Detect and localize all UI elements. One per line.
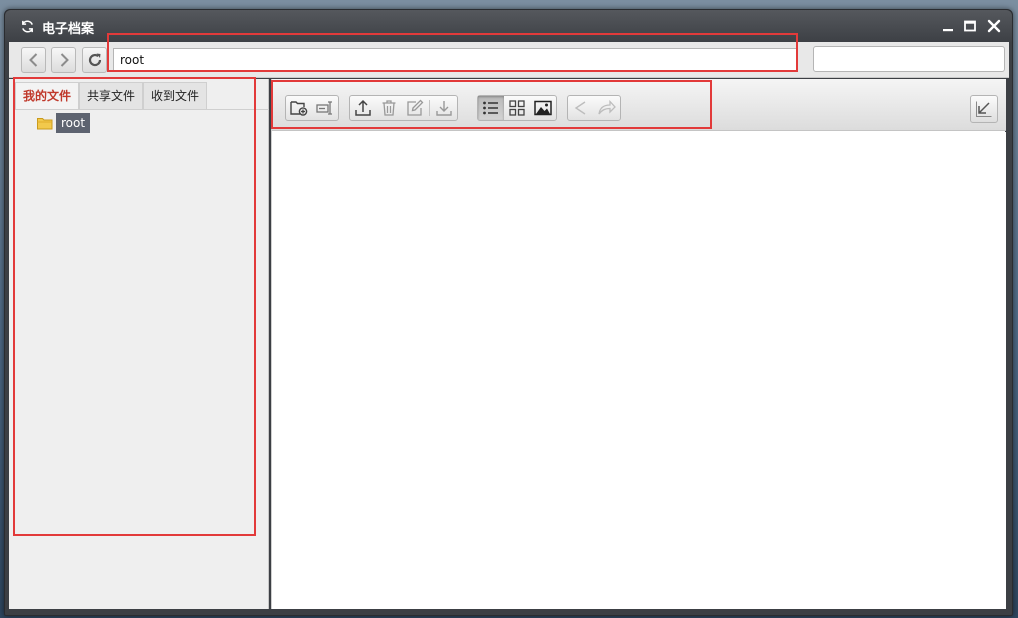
refresh-button[interactable] [82, 47, 107, 73]
tree-node-label[interactable]: root [56, 113, 91, 133]
back-button[interactable] [21, 47, 46, 73]
refresh-icon [88, 53, 102, 67]
list-view-icon [483, 101, 498, 115]
delete-button[interactable] [376, 96, 402, 120]
collapse-icon [976, 101, 992, 117]
share-button[interactable] [568, 96, 594, 120]
chevron-left-icon [29, 53, 38, 67]
grid-view-icon [509, 100, 525, 116]
upload-icon [355, 99, 371, 116]
delete-icon [382, 100, 396, 116]
toolbar-group-folder [285, 95, 339, 121]
collapse-button[interactable] [970, 95, 998, 123]
forward-icon [598, 99, 616, 115]
toolbar-group-share [567, 95, 621, 121]
tab-divider [15, 109, 269, 110]
close-icon[interactable] [986, 18, 1002, 34]
app-window: 电子档案 root 我的文件 共享文件 收到文件 root [4, 9, 1013, 616]
file-list-area[interactable] [272, 132, 1006, 609]
path-input[interactable] [113, 48, 798, 72]
minimize-icon[interactable] [940, 18, 956, 34]
edit-button[interactable] [402, 96, 428, 120]
image-view-button[interactable] [530, 96, 556, 120]
share-icon [574, 101, 586, 115]
chevron-right-icon [60, 53, 69, 67]
forward-button[interactable] [51, 47, 76, 73]
image-view-icon [534, 100, 552, 116]
download-icon [436, 101, 452, 116]
address-bar [9, 42, 1009, 78]
sync-icon [22, 20, 33, 33]
tab-shared-files[interactable]: 共享文件 [79, 82, 144, 109]
new-folder-button[interactable] [286, 96, 312, 120]
edit-icon [407, 99, 424, 116]
download-button[interactable] [431, 96, 457, 120]
toolbar-group-view [477, 95, 557, 121]
maximize-icon[interactable] [962, 18, 978, 34]
toolbar-group-file [349, 95, 458, 121]
tab-received-files[interactable]: 收到文件 [143, 82, 208, 109]
upload-button[interactable] [350, 96, 376, 120]
folder-icon [37, 117, 53, 129]
title-bar[interactable]: 电子档案 [5, 10, 1012, 42]
rename-icon [316, 101, 332, 115]
right-pane [271, 79, 1006, 609]
rename-button[interactable] [312, 96, 338, 120]
file-toolbar [272, 79, 1006, 131]
list-view-button[interactable] [478, 96, 504, 120]
left-pane: 我的文件 共享文件 收到文件 root [9, 79, 269, 609]
tree-node-root[interactable]: root [37, 112, 91, 134]
new-folder-icon [290, 101, 308, 116]
tab-my-files[interactable]: 我的文件 [15, 82, 80, 109]
file-tabs: 我的文件 共享文件 收到文件 [15, 82, 208, 109]
toolbar-separator [429, 100, 430, 116]
window-title: 电子档案 [42, 22, 95, 37]
grid-view-button[interactable] [504, 96, 530, 120]
forward-share-button[interactable] [594, 96, 620, 120]
search-input[interactable] [813, 46, 1005, 72]
